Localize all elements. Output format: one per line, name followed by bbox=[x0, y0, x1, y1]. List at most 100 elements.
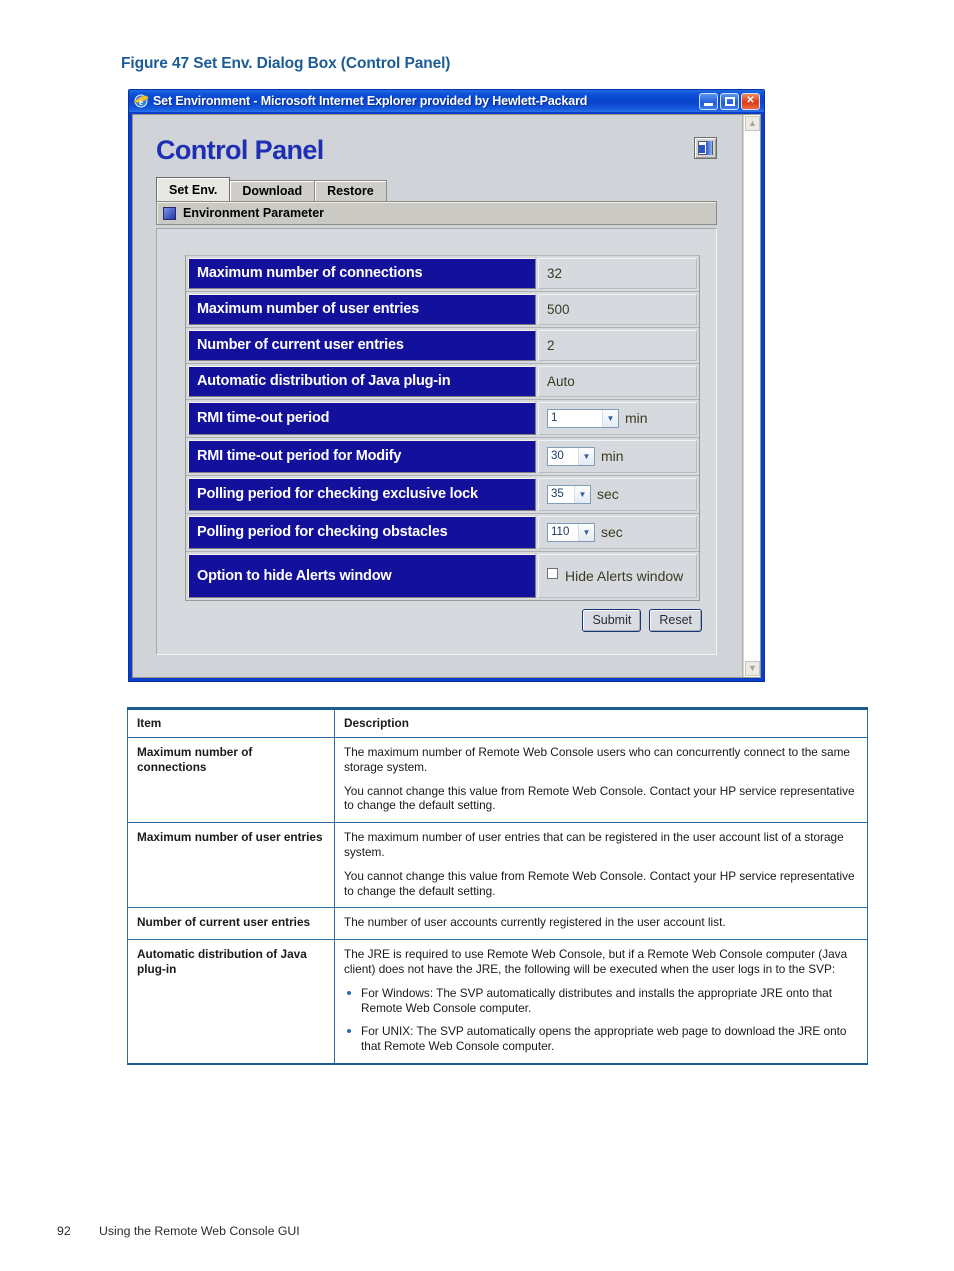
description-paragraph: The maximum number of Remote Web Console… bbox=[344, 745, 850, 774]
select-value: 30 bbox=[551, 450, 564, 462]
select-value: 35 bbox=[551, 488, 564, 500]
select-value: 1 bbox=[551, 412, 558, 424]
table-row: Maximum number of user entries The maxim… bbox=[127, 822, 868, 909]
rmi-timeout-select[interactable]: 1 ▼ bbox=[547, 409, 619, 428]
param-label: Polling period for checking obstacles bbox=[188, 516, 536, 549]
item-name: Maximum number of user entries bbox=[127, 822, 335, 909]
param-label: Number of current user entries bbox=[188, 330, 536, 361]
table-row: Automatic distribution of Java plug-in A… bbox=[186, 364, 699, 400]
page-number: 92 bbox=[57, 1224, 71, 1238]
section-header-environment-parameter: Environment Parameter bbox=[156, 201, 717, 225]
table-row: Maximum number of connections The maximu… bbox=[127, 737, 868, 824]
list-item: For Windows: The SVP automatically distr… bbox=[344, 986, 858, 1016]
tab-bar: Set Env. Download Restore bbox=[156, 177, 387, 201]
vertical-scrollbar[interactable]: ▲ ▼ bbox=[743, 115, 760, 677]
page-footer: 92 Using the Remote Web Console GUI bbox=[57, 1224, 300, 1238]
figure-caption: Figure 47 Set Env. Dialog Box (Control P… bbox=[121, 55, 451, 72]
column-header-description: Description bbox=[334, 707, 868, 738]
polling-exclusive-lock-select[interactable]: 35 ▼ bbox=[547, 485, 591, 504]
chevron-down-icon: ▼ bbox=[578, 448, 594, 465]
table-row: Polling period for checking obstacles 11… bbox=[186, 514, 699, 552]
tab-download[interactable]: Download bbox=[229, 180, 316, 201]
param-value: 110 ▼ sec bbox=[538, 516, 697, 549]
hide-alerts-label: Hide Alerts window bbox=[565, 567, 684, 584]
param-unit: sec bbox=[597, 486, 619, 502]
hide-alerts-checkbox[interactable] bbox=[547, 567, 558, 579]
column-header-item: Item bbox=[127, 707, 335, 738]
param-value: 1 ▼ min bbox=[538, 402, 697, 435]
chevron-down-icon: ▼ bbox=[602, 410, 618, 427]
param-value: 30 ▼ min bbox=[538, 440, 697, 473]
param-value: Auto bbox=[538, 366, 697, 397]
web-page-area: Control Panel Set Env. Download Restore … bbox=[133, 115, 743, 677]
minimize-button[interactable] bbox=[699, 92, 718, 110]
environment-parameter-panel: Maximum number of connections 32 Maximum… bbox=[156, 228, 717, 655]
param-label: Polling period for checking exclusive lo… bbox=[188, 478, 536, 511]
item-description: The maximum number of Remote Web Console… bbox=[334, 737, 868, 824]
tab-set-env[interactable]: Set Env. bbox=[156, 177, 231, 201]
submit-button[interactable]: Submit bbox=[582, 609, 642, 632]
internet-explorer-window: e Set Environment - Microsoft Internet E… bbox=[128, 89, 765, 682]
param-value: 2 bbox=[538, 330, 697, 361]
item-name: Maximum number of connections bbox=[127, 737, 335, 824]
footer-section-title: Using the Remote Web Console GUI bbox=[99, 1224, 300, 1238]
maximize-button[interactable] bbox=[720, 92, 739, 110]
table-row: Option to hide Alerts window Hide Alerts… bbox=[186, 552, 699, 600]
section-title: Environment Parameter bbox=[183, 206, 325, 220]
reset-button[interactable]: Reset bbox=[649, 609, 702, 632]
close-button[interactable]: ✕ bbox=[741, 92, 760, 110]
logout-icon-button[interactable] bbox=[694, 137, 717, 159]
window-title: Set Environment - Microsoft Internet Exp… bbox=[153, 94, 588, 108]
param-label: Maximum number of connections bbox=[188, 258, 536, 289]
table-row: Automatic distribution of Java plug-in T… bbox=[127, 939, 868, 1065]
scroll-down-button[interactable]: ▼ bbox=[745, 661, 760, 676]
item-name: Automatic distribution of Java plug-in bbox=[127, 939, 335, 1065]
item-description: The maximum number of user entries that … bbox=[334, 822, 868, 909]
window-controls: ✕ bbox=[699, 92, 762, 110]
window-client-area: Control Panel Set Env. Download Restore … bbox=[132, 114, 761, 678]
table-row: Maximum number of user entries 500 bbox=[186, 292, 699, 328]
param-unit: sec bbox=[601, 524, 623, 540]
param-value: 32 bbox=[538, 258, 697, 289]
svg-text:e: e bbox=[139, 97, 143, 107]
table-row: Polling period for checking exclusive lo… bbox=[186, 476, 699, 514]
description-bullet-list: For Windows: The SVP automatically distr… bbox=[344, 986, 858, 1054]
chevron-down-icon: ▼ bbox=[574, 486, 590, 503]
scroll-up-button[interactable]: ▲ bbox=[745, 116, 760, 131]
polling-obstacles-select[interactable]: 110 ▼ bbox=[547, 523, 595, 542]
window-titlebar: e Set Environment - Microsoft Internet E… bbox=[129, 90, 764, 112]
description-table: Item Description Maximum number of conne… bbox=[127, 707, 868, 1065]
description-paragraph: You cannot change this value from Remote… bbox=[344, 868, 855, 898]
parameter-table: Maximum number of connections 32 Maximum… bbox=[185, 255, 700, 601]
select-value: 110 bbox=[551, 526, 570, 538]
param-unit: min bbox=[601, 448, 624, 464]
param-value: 500 bbox=[538, 294, 697, 325]
table-header-row: Item Description bbox=[127, 707, 868, 738]
table-row: RMI time-out period for Modify 30 ▼ min bbox=[186, 438, 699, 476]
chevron-down-icon: ▼ bbox=[578, 524, 594, 541]
item-name: Number of current user entries bbox=[127, 907, 335, 941]
item-description: The JRE is required to use Remote Web Co… bbox=[334, 939, 868, 1065]
exit-door-icon bbox=[698, 141, 713, 155]
section-marker-icon bbox=[163, 206, 176, 220]
description-paragraph: The maximum number of user entries that … bbox=[344, 830, 844, 859]
form-button-row: Submit Reset bbox=[582, 609, 702, 632]
page-title: Control Panel bbox=[156, 135, 324, 165]
list-item: For UNIX: The SVP automatically opens th… bbox=[344, 1024, 858, 1054]
internet-explorer-icon: e bbox=[133, 93, 149, 109]
param-label: Maximum number of user entries bbox=[188, 294, 536, 325]
table-row: Number of current user entries 2 bbox=[186, 328, 699, 364]
param-label: RMI time-out period for Modify bbox=[188, 440, 536, 473]
param-unit: min bbox=[625, 410, 648, 426]
table-row: Number of current user entries The numbe… bbox=[127, 907, 868, 941]
param-label: RMI time-out period bbox=[188, 402, 536, 435]
description-paragraph: The JRE is required to use Remote Web Co… bbox=[344, 947, 848, 976]
param-value: Hide Alerts window bbox=[538, 554, 697, 598]
table-row: Maximum number of connections 32 bbox=[186, 256, 699, 292]
item-description: The number of user accounts currently re… bbox=[334, 907, 868, 941]
description-paragraph: The number of user accounts currently re… bbox=[344, 915, 726, 930]
description-paragraph: You cannot change this value from Remote… bbox=[344, 783, 855, 813]
tab-restore[interactable]: Restore bbox=[314, 180, 387, 201]
rmi-timeout-modify-select[interactable]: 30 ▼ bbox=[547, 447, 595, 466]
param-label: Automatic distribution of Java plug-in bbox=[188, 366, 536, 397]
